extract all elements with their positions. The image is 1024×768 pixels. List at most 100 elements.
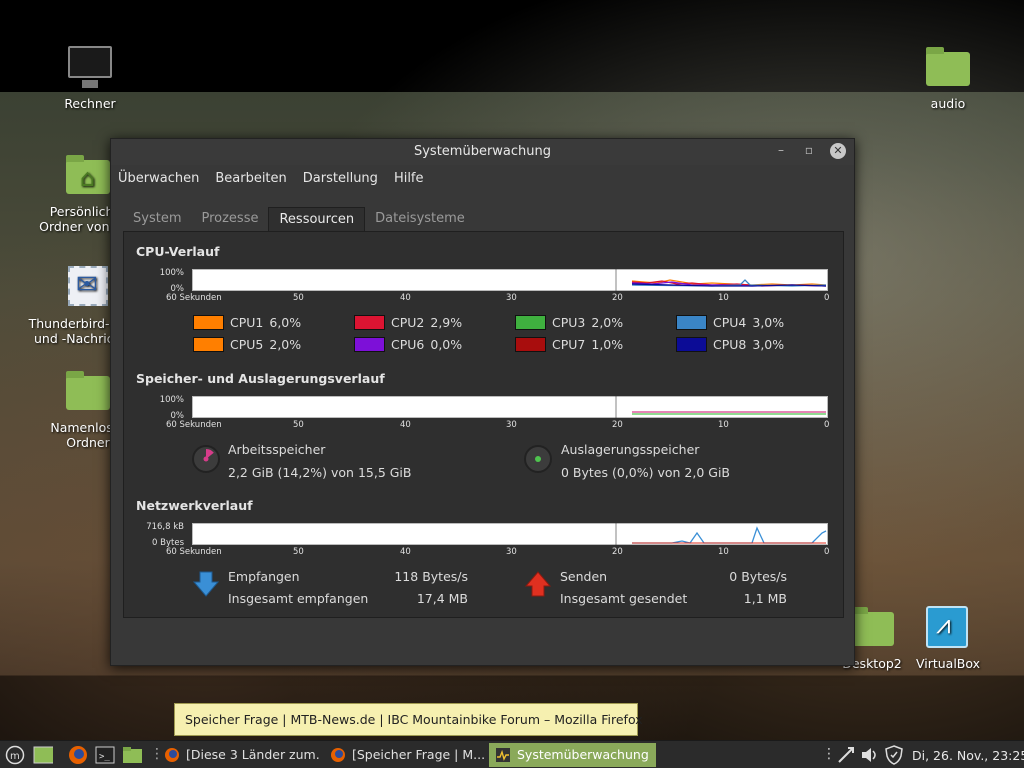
terminal-icon[interactable]: >_	[95, 745, 115, 765]
cpu-x-tick: 50	[293, 293, 304, 303]
desktop-icon-label: VirtualBox	[915, 656, 981, 671]
swap-pie-icon[interactable]	[524, 445, 552, 473]
tab-prozesse[interactable]: Prozesse	[191, 207, 268, 231]
cpu5-legend[interactable]: CPU5 2,0%	[193, 336, 301, 352]
folder-icon	[64, 368, 112, 416]
cpu-x-tick: 30	[506, 293, 517, 303]
close-button[interactable]: ✕	[830, 143, 846, 159]
firefox-icon[interactable]	[68, 745, 88, 765]
ram-pie-icon[interactable]	[192, 445, 220, 473]
home-folder-icon	[64, 152, 112, 200]
cpu7-legend[interactable]: CPU7 1,0%	[515, 336, 623, 352]
cpu8-legend[interactable]: CPU8 3,0%	[676, 336, 784, 352]
minimize-button[interactable]: –	[773, 143, 789, 159]
desktop-icon-audio[interactable]: audio	[888, 44, 1008, 111]
memory-x-tick: 50	[293, 420, 304, 430]
menu-bearbeiten[interactable]: Bearbeiten	[215, 171, 286, 186]
computer-icon	[66, 44, 114, 92]
tab-dateisysteme[interactable]: Dateisysteme	[365, 207, 475, 231]
download-arrow-icon[interactable]	[192, 570, 220, 598]
memory-history-graph	[192, 396, 828, 418]
cpu-color-swatch[interactable]	[193, 314, 224, 330]
cpu-y-top: 100%	[159, 268, 184, 278]
menu-darstellung[interactable]: Darstellung	[303, 171, 378, 186]
files-folder-icon[interactable]	[122, 745, 142, 765]
ram-value: 2,2 GiB (14,2%) von 15,5 GiB	[228, 465, 412, 480]
memory-y-top: 100%	[159, 395, 184, 405]
taskbar-tooltip: Speicher Frage | MTB-News.de | IBC Mount…	[174, 703, 643, 736]
thunderbird-icon	[64, 264, 112, 312]
cpu6-legend[interactable]: CPU6 0,0%	[354, 336, 462, 352]
network-x-tick: 60 Sekunden	[166, 547, 222, 557]
cpu-color-swatch[interactable]	[676, 336, 707, 352]
clock[interactable]: Di, 26. Nov., 23:25	[912, 748, 1024, 763]
network-x-tick: 10	[718, 547, 729, 557]
cpu-color-swatch[interactable]	[354, 314, 385, 330]
swap-value: 0 Bytes (0,0%) von 2,0 GiB	[561, 465, 730, 480]
system-monitor-window: Systemüberwachung – ▫ ✕ Überwachen Bearb…	[110, 138, 855, 666]
cpu-color-swatch[interactable]	[193, 336, 224, 352]
network-graph-svg	[615, 523, 827, 545]
menubar: Überwachen Bearbeiten Darstellung Hilfe	[111, 165, 854, 191]
network-x-tick: 50	[293, 547, 304, 557]
menu-hilfe[interactable]: Hilfe	[394, 171, 424, 186]
received-label: Empfangen	[228, 569, 300, 584]
desktop-icon-label: audio	[930, 96, 966, 111]
received-line	[632, 526, 827, 544]
memory-x-tick: 30	[506, 420, 517, 430]
cpu2-legend[interactable]: CPU2 2,9%	[354, 314, 462, 330]
sent-label: Senden	[560, 569, 608, 584]
network-x-tick: 40	[400, 547, 411, 557]
cpu-color-swatch[interactable]	[354, 336, 385, 352]
ram-label: Arbeitsspeicher	[228, 442, 326, 457]
memory-x-tick: 40	[400, 420, 411, 430]
taskbar: m >_ ⋮ [Diese 3 Länder zum... [Speicher …	[0, 740, 1024, 768]
maximize-button[interactable]: ▫	[801, 143, 817, 159]
ram-info: Arbeitsspeicher 2,2 GiB (14,2%) von 15,5…	[228, 442, 411, 480]
cpu-color-swatch[interactable]	[515, 314, 546, 330]
swap-info: Auslagerungsspeicher 0 Bytes (0,0%) von …	[561, 442, 730, 480]
tab-bar: System Prozesse Ressourcen Dateisysteme	[123, 207, 475, 231]
window-titlebar[interactable]: Systemüberwachung – ▫ ✕	[111, 139, 854, 165]
cpu-x-tick: 10	[718, 293, 729, 303]
tab-ressourcen[interactable]: Ressourcen	[268, 207, 366, 231]
cpu-color-swatch[interactable]	[515, 336, 546, 352]
cpu1-legend[interactable]: CPU1 6,0%	[193, 314, 301, 330]
network-icon[interactable]	[836, 745, 856, 765]
svg-text:>_: >_	[99, 752, 110, 762]
virtualbox-icon	[924, 604, 972, 652]
desktop-icon-computer[interactable]: Rechner	[30, 44, 150, 111]
shield-icon[interactable]	[884, 745, 904, 765]
cpu4-legend[interactable]: CPU4 3,0%	[676, 314, 784, 330]
memory-graph-svg	[615, 396, 826, 418]
swap-pie-svg	[535, 456, 541, 462]
menu-ueberwachen[interactable]: Überwachen	[118, 171, 199, 186]
network-y-top: 716,8 kB	[146, 522, 184, 532]
desktop-icon-virtualbox[interactable]: VirtualBox	[888, 604, 1008, 671]
network-section-title: Netzwerkverlauf	[136, 498, 253, 513]
folder-icon	[924, 44, 972, 92]
task-firefox-laender[interactable]: [Diese 3 Länder zum...	[158, 743, 320, 767]
memory-section-title: Speicher- und Auslagerungsverlauf	[136, 371, 385, 386]
volume-icon[interactable]	[860, 745, 880, 765]
tab-system[interactable]: System	[123, 207, 191, 231]
cpu-color-swatch[interactable]	[676, 314, 707, 330]
network-history-graph	[192, 523, 828, 545]
cpu-history-graph	[192, 269, 828, 291]
resources-panel: CPU-Verlauf 100% 0% 60 Sekunden 50 40 30…	[123, 231, 844, 618]
task-system-monitor[interactable]: Systemüberwachung	[489, 743, 656, 767]
task-firefox-speicher[interactable]: [Speicher Frage | M...	[324, 743, 486, 767]
mint-menu-icon[interactable]: m	[5, 745, 25, 765]
cpu-x-tick: 60 Sekunden	[166, 293, 222, 303]
swap-label: Auslagerungsspeicher	[561, 442, 700, 457]
memory-x-tick: 20	[612, 420, 623, 430]
cpu3-legend[interactable]: CPU3 2,0%	[515, 314, 623, 330]
sent-total-label: Insgesamt gesendet	[560, 591, 688, 606]
upload-arrow-icon[interactable]	[524, 570, 552, 598]
received-total: 17,4 MB	[416, 591, 468, 606]
svg-text:m: m	[10, 751, 20, 762]
sent-rate: 0 Bytes/s	[729, 569, 787, 584]
sent-total: 1,1 MB	[743, 591, 787, 606]
memory-x-tick: 0	[824, 420, 830, 430]
show-desktop-icon[interactable]	[33, 745, 53, 765]
